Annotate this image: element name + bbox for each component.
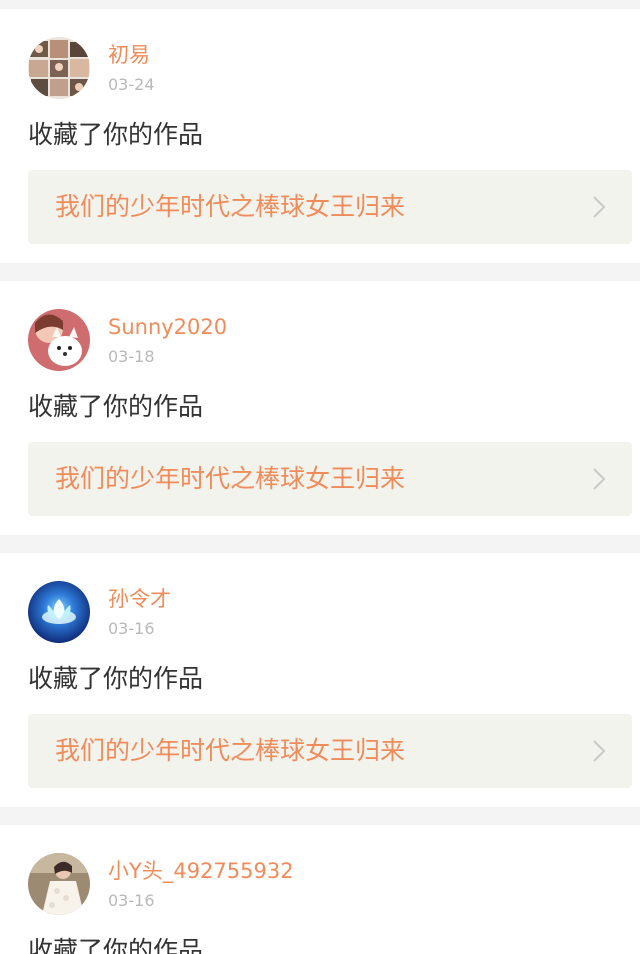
notification-card: 孙令才 03-16 收藏了你的作品 我们的少年时代之棒球女王归来: [0, 553, 640, 807]
notification-card: 初易 03-24 收藏了你的作品 我们的少年时代之棒球女王归来: [0, 9, 640, 263]
username[interactable]: 孙令才: [108, 586, 171, 612]
avatar[interactable]: [28, 37, 90, 99]
top-spacer: [0, 0, 640, 9]
notification-action: 收藏了你的作品: [28, 936, 204, 954]
username[interactable]: Sunny2020: [108, 314, 227, 340]
avatar[interactable]: [28, 581, 90, 643]
notification-action: 收藏了你的作品: [28, 120, 204, 149]
work-link[interactable]: 我们的少年时代之棒球女王归来: [28, 714, 632, 788]
notification-action: 收藏了你的作品: [28, 392, 204, 421]
group-photo-avatar-icon: [28, 37, 90, 99]
notification-date: 03-18: [108, 347, 155, 366]
blue-lotus-avatar-icon: [28, 581, 90, 643]
notification-action: 收藏了你的作品: [28, 664, 204, 693]
chevron-right-icon: [593, 196, 606, 218]
lace-dress-avatar-icon: [28, 853, 90, 915]
work-title: 我们的少年时代之棒球女王归来: [55, 464, 406, 493]
work-link[interactable]: 我们的少年时代之棒球女王归来: [28, 442, 632, 516]
work-title: 我们的少年时代之棒球女王归来: [55, 192, 406, 221]
notification-date: 03-16: [108, 619, 155, 638]
username[interactable]: 小Y头_492755932: [108, 858, 294, 884]
username[interactable]: 初易: [108, 42, 150, 68]
chevron-right-icon: [593, 740, 606, 762]
girl-with-dog-avatar-icon: [28, 309, 90, 371]
notification-date: 03-16: [108, 891, 155, 910]
avatar[interactable]: [28, 853, 90, 915]
work-title: 我们的少年时代之棒球女王归来: [55, 736, 406, 765]
notification-card: Sunny2020 03-18 收藏了你的作品 我们的少年时代之棒球女王归来: [0, 281, 640, 535]
chevron-right-icon: [593, 468, 606, 490]
work-link[interactable]: 我们的少年时代之棒球女王归来: [28, 170, 632, 244]
notification-date: 03-24: [108, 75, 155, 94]
notification-card: 小Y头_492755932 03-16 收藏了你的作品: [0, 825, 640, 954]
avatar[interactable]: [28, 309, 90, 371]
notification-feed: 初易 03-24 收藏了你的作品 我们的少年时代之棒球女王归来 Sunny202…: [0, 0, 640, 954]
